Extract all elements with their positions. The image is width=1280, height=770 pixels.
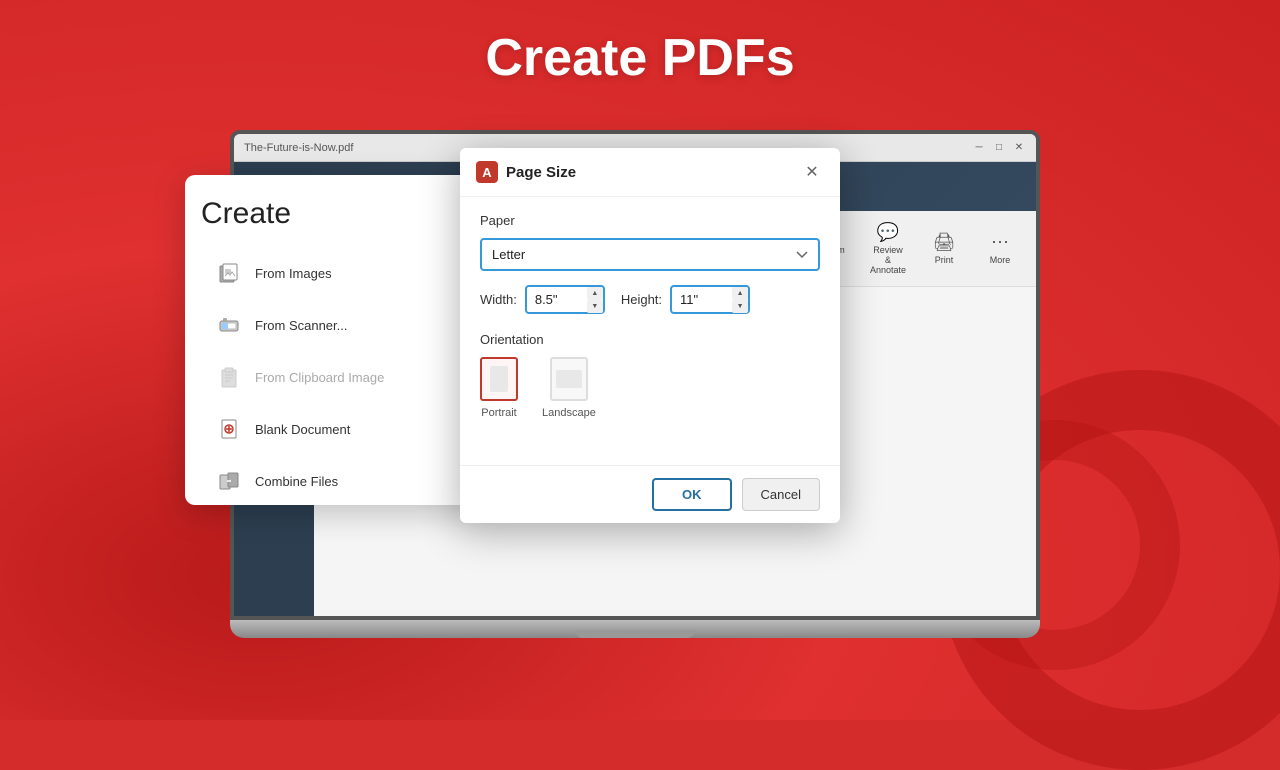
portrait-label: Portrait: [481, 407, 516, 419]
blank-document-icon: [215, 415, 243, 443]
width-increment-button[interactable]: ▲: [587, 287, 603, 300]
from-scanner-label: From Scanner...: [255, 318, 347, 333]
create-from-images-item[interactable]: From Images: [201, 249, 464, 297]
height-spinner: ▲ ▼: [732, 287, 748, 313]
cancel-button[interactable]: Cancel: [742, 478, 820, 511]
landscape-icon: [550, 357, 588, 401]
create-panel-title: Create: [201, 197, 464, 231]
create-panel: Create From Images From Scanner...: [185, 175, 480, 505]
ok-button[interactable]: OK: [652, 478, 732, 511]
height-label: Height:: [621, 292, 662, 307]
dialog-footer: OK Cancel: [460, 465, 840, 523]
landscape-shape: [556, 370, 582, 388]
window-title: The-Future-is-Now.pdf: [244, 142, 353, 154]
create-from-clipboard-item: From Clipboard Image: [201, 353, 464, 401]
dialog-titlebar: A Page Size ✕: [460, 148, 840, 197]
from-images-label: From Images: [255, 266, 332, 281]
combine-files-label: Combine Files: [255, 474, 338, 489]
width-label: Width:: [480, 292, 517, 307]
review-annotate-label: Review & Annotate: [870, 245, 906, 275]
toolbar-more-button[interactable]: ⋯ More: [974, 228, 1026, 269]
dialog-app-icon: A: [476, 161, 498, 183]
paper-size-select[interactable]: Letter A4 Legal A3 Custom: [480, 238, 820, 271]
dialog-body: Paper Letter A4 Legal A3 Custom Width: ▲…: [460, 197, 840, 465]
create-blank-document-item[interactable]: Blank Document: [201, 405, 464, 453]
orientation-section: Orientation Portrait Landscape: [480, 332, 820, 419]
from-clipboard-icon: [215, 363, 243, 391]
app-icon-text: A: [482, 165, 491, 180]
height-increment-button[interactable]: ▲: [732, 287, 748, 300]
landscape-label: Landscape: [542, 407, 596, 419]
portrait-icon: [480, 357, 518, 401]
page-size-dialog: A Page Size ✕ Paper Letter A4 Legal A3 C…: [460, 148, 840, 523]
from-images-icon: [215, 259, 243, 287]
more-icon: ⋯: [991, 232, 1009, 253]
review-annotate-icon: 💬: [877, 222, 899, 243]
height-input-wrap: ▲ ▼: [670, 285, 750, 314]
from-clipboard-label: From Clipboard Image: [255, 370, 384, 385]
width-input-wrap: ▲ ▼: [525, 285, 605, 314]
window-minimize-button[interactable]: ─: [972, 141, 986, 155]
landscape-option[interactable]: Landscape: [542, 357, 596, 419]
blank-document-label: Blank Document: [255, 422, 350, 437]
dimensions-row: Width: ▲ ▼ Height: ▲ ▼: [480, 285, 820, 314]
toolbar-review-annotate-button[interactable]: 💬 Review & Annotate: [862, 218, 914, 279]
paper-section-label: Paper: [480, 213, 820, 228]
laptop-base: [230, 620, 1040, 638]
print-label: Print: [935, 255, 954, 265]
portrait-shape: [490, 366, 508, 392]
combine-files-item[interactable]: Combine Files: [201, 457, 464, 505]
orientation-label: Orientation: [480, 332, 820, 347]
width-decrement-button[interactable]: ▼: [587, 300, 603, 313]
dialog-title-text: Page Size: [506, 164, 576, 181]
page-title: Create PDFs: [0, 28, 1280, 88]
portrait-option[interactable]: Portrait: [480, 357, 518, 419]
window-close-button[interactable]: ✕: [1012, 141, 1026, 155]
print-icon: 🖨: [933, 232, 956, 253]
window-controls: ─ □ ✕: [972, 141, 1026, 155]
width-spinner: ▲ ▼: [587, 287, 603, 313]
height-decrement-button[interactable]: ▼: [732, 300, 748, 313]
more-label: More: [990, 255, 1011, 265]
window-restore-button[interactable]: □: [992, 141, 1006, 155]
from-scanner-icon: [215, 311, 243, 339]
combine-files-icon: [215, 467, 243, 495]
height-group: Height: ▲ ▼: [621, 285, 750, 314]
create-from-scanner-item[interactable]: From Scanner...: [201, 301, 464, 349]
dialog-title-left: A Page Size: [476, 161, 576, 183]
width-group: Width: ▲ ▼: [480, 285, 605, 314]
toolbar-print-button[interactable]: 🖨 Print: [918, 228, 970, 269]
dialog-close-button[interactable]: ✕: [800, 160, 824, 184]
orientation-options: Portrait Landscape: [480, 357, 820, 419]
